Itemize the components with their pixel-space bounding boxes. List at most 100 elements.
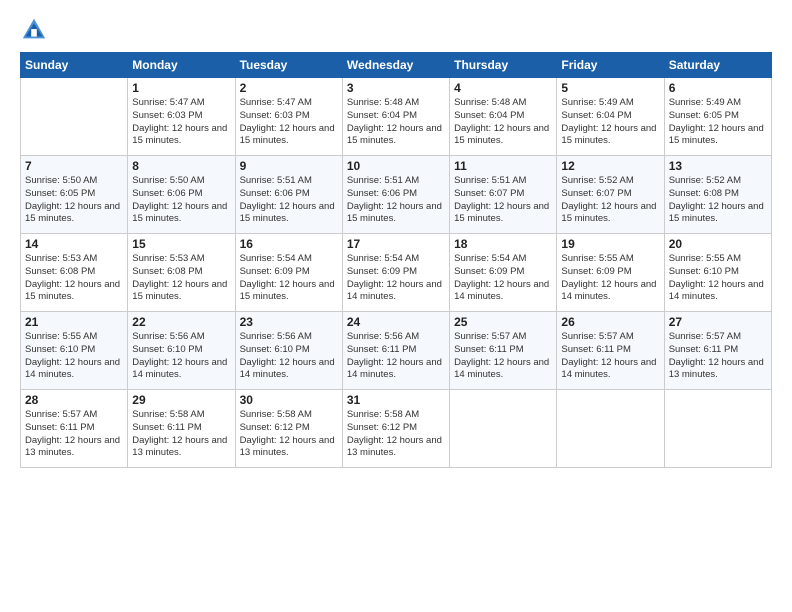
sunset: Sunset: 6:09 PM — [347, 266, 417, 277]
day-info: Sunrise: 5:53 AM Sunset: 6:08 PM Dayligh… — [132, 253, 230, 304]
day-info: Sunrise: 5:48 AM Sunset: 6:04 PM Dayligh… — [454, 97, 552, 148]
sunrise: Sunrise: 5:54 AM — [454, 253, 526, 264]
day-number: 10 — [347, 159, 445, 173]
day-number: 25 — [454, 315, 552, 329]
sunrise: Sunrise: 5:54 AM — [347, 253, 419, 264]
day-info: Sunrise: 5:57 AM Sunset: 6:11 PM Dayligh… — [454, 331, 552, 382]
week-row-4: 21 Sunrise: 5:55 AM Sunset: 6:10 PM Dayl… — [21, 312, 772, 390]
week-row-2: 7 Sunrise: 5:50 AM Sunset: 6:05 PM Dayli… — [21, 156, 772, 234]
day-cell: 17 Sunrise: 5:54 AM Sunset: 6:09 PM Dayl… — [342, 234, 449, 312]
day-info: Sunrise: 5:54 AM Sunset: 6:09 PM Dayligh… — [240, 253, 338, 304]
daylight: Daylight: 12 hours and 14 minutes. — [454, 279, 549, 303]
day-info: Sunrise: 5:56 AM Sunset: 6:10 PM Dayligh… — [240, 331, 338, 382]
sunrise: Sunrise: 5:54 AM — [240, 253, 312, 264]
sunrise: Sunrise: 5:52 AM — [561, 175, 633, 186]
day-number: 29 — [132, 393, 230, 407]
sunset: Sunset: 6:04 PM — [347, 110, 417, 121]
day-cell: 24 Sunrise: 5:56 AM Sunset: 6:11 PM Dayl… — [342, 312, 449, 390]
sunset: Sunset: 6:09 PM — [454, 266, 524, 277]
weekday-header-tuesday: Tuesday — [235, 53, 342, 78]
day-number: 22 — [132, 315, 230, 329]
day-info: Sunrise: 5:50 AM Sunset: 6:05 PM Dayligh… — [25, 175, 123, 226]
day-cell: 28 Sunrise: 5:57 AM Sunset: 6:11 PM Dayl… — [21, 390, 128, 468]
day-number: 24 — [347, 315, 445, 329]
sunrise: Sunrise: 5:56 AM — [347, 331, 419, 342]
sunset: Sunset: 6:11 PM — [454, 344, 524, 355]
day-info: Sunrise: 5:51 AM Sunset: 6:07 PM Dayligh… — [454, 175, 552, 226]
sunset: Sunset: 6:06 PM — [240, 188, 310, 199]
sunset: Sunset: 6:07 PM — [561, 188, 631, 199]
sunset: Sunset: 6:06 PM — [132, 188, 202, 199]
daylight: Daylight: 12 hours and 14 minutes. — [240, 357, 335, 381]
sunrise: Sunrise: 5:51 AM — [347, 175, 419, 186]
daylight: Daylight: 12 hours and 15 minutes. — [454, 123, 549, 147]
day-cell: 27 Sunrise: 5:57 AM Sunset: 6:11 PM Dayl… — [664, 312, 771, 390]
daylight: Daylight: 12 hours and 14 minutes. — [347, 357, 442, 381]
sunrise: Sunrise: 5:53 AM — [25, 253, 97, 264]
day-number: 9 — [240, 159, 338, 173]
weekday-header-row: SundayMondayTuesdayWednesdayThursdayFrid… — [21, 53, 772, 78]
sunset: Sunset: 6:04 PM — [561, 110, 631, 121]
day-cell: 4 Sunrise: 5:48 AM Sunset: 6:04 PM Dayli… — [450, 78, 557, 156]
daylight: Daylight: 12 hours and 14 minutes. — [454, 357, 549, 381]
sunset: Sunset: 6:09 PM — [561, 266, 631, 277]
daylight: Daylight: 12 hours and 13 minutes. — [240, 435, 335, 459]
sunrise: Sunrise: 5:50 AM — [25, 175, 97, 186]
weekday-header-monday: Monday — [128, 53, 235, 78]
day-info: Sunrise: 5:49 AM Sunset: 6:05 PM Dayligh… — [669, 97, 767, 148]
day-cell: 8 Sunrise: 5:50 AM Sunset: 6:06 PM Dayli… — [128, 156, 235, 234]
header — [20, 16, 772, 44]
sunset: Sunset: 6:10 PM — [669, 266, 739, 277]
sunrise: Sunrise: 5:58 AM — [240, 409, 312, 420]
day-cell: 3 Sunrise: 5:48 AM Sunset: 6:04 PM Dayli… — [342, 78, 449, 156]
sunrise: Sunrise: 5:57 AM — [561, 331, 633, 342]
sunset: Sunset: 6:03 PM — [240, 110, 310, 121]
sunrise: Sunrise: 5:58 AM — [347, 409, 419, 420]
daylight: Daylight: 12 hours and 15 minutes. — [240, 123, 335, 147]
calendar-container: SundayMondayTuesdayWednesdayThursdayFrid… — [0, 0, 792, 612]
day-cell — [450, 390, 557, 468]
daylight: Daylight: 12 hours and 15 minutes. — [25, 201, 120, 225]
sunset: Sunset: 6:12 PM — [347, 422, 417, 433]
daylight: Daylight: 12 hours and 15 minutes. — [132, 201, 227, 225]
sunrise: Sunrise: 5:47 AM — [132, 97, 204, 108]
daylight: Daylight: 12 hours and 15 minutes. — [25, 279, 120, 303]
day-number: 5 — [561, 81, 659, 95]
day-number: 19 — [561, 237, 659, 251]
sunrise: Sunrise: 5:55 AM — [561, 253, 633, 264]
day-cell: 19 Sunrise: 5:55 AM Sunset: 6:09 PM Dayl… — [557, 234, 664, 312]
sunrise: Sunrise: 5:55 AM — [669, 253, 741, 264]
daylight: Daylight: 12 hours and 15 minutes. — [240, 279, 335, 303]
day-number: 14 — [25, 237, 123, 251]
daylight: Daylight: 12 hours and 15 minutes. — [240, 201, 335, 225]
day-number: 18 — [454, 237, 552, 251]
daylight: Daylight: 12 hours and 15 minutes. — [454, 201, 549, 225]
weekday-header-wednesday: Wednesday — [342, 53, 449, 78]
day-info: Sunrise: 5:47 AM Sunset: 6:03 PM Dayligh… — [240, 97, 338, 148]
sunset: Sunset: 6:06 PM — [347, 188, 417, 199]
day-info: Sunrise: 5:49 AM Sunset: 6:04 PM Dayligh… — [561, 97, 659, 148]
sunrise: Sunrise: 5:57 AM — [669, 331, 741, 342]
day-cell: 2 Sunrise: 5:47 AM Sunset: 6:03 PM Dayli… — [235, 78, 342, 156]
day-info: Sunrise: 5:51 AM Sunset: 6:06 PM Dayligh… — [347, 175, 445, 226]
day-info: Sunrise: 5:57 AM Sunset: 6:11 PM Dayligh… — [669, 331, 767, 382]
daylight: Daylight: 12 hours and 13 minutes. — [347, 435, 442, 459]
day-cell: 15 Sunrise: 5:53 AM Sunset: 6:08 PM Dayl… — [128, 234, 235, 312]
day-number: 17 — [347, 237, 445, 251]
sunrise: Sunrise: 5:50 AM — [132, 175, 204, 186]
day-info: Sunrise: 5:54 AM Sunset: 6:09 PM Dayligh… — [454, 253, 552, 304]
day-info: Sunrise: 5:58 AM Sunset: 6:12 PM Dayligh… — [240, 409, 338, 460]
day-info: Sunrise: 5:53 AM Sunset: 6:08 PM Dayligh… — [25, 253, 123, 304]
day-info: Sunrise: 5:57 AM Sunset: 6:11 PM Dayligh… — [561, 331, 659, 382]
sunset: Sunset: 6:12 PM — [240, 422, 310, 433]
day-cell: 10 Sunrise: 5:51 AM Sunset: 6:06 PM Dayl… — [342, 156, 449, 234]
sunrise: Sunrise: 5:52 AM — [669, 175, 741, 186]
sunset: Sunset: 6:05 PM — [669, 110, 739, 121]
daylight: Daylight: 12 hours and 14 minutes. — [561, 279, 656, 303]
day-cell: 22 Sunrise: 5:56 AM Sunset: 6:10 PM Dayl… — [128, 312, 235, 390]
day-info: Sunrise: 5:52 AM Sunset: 6:07 PM Dayligh… — [561, 175, 659, 226]
sunrise: Sunrise: 5:55 AM — [25, 331, 97, 342]
day-info: Sunrise: 5:56 AM Sunset: 6:10 PM Dayligh… — [132, 331, 230, 382]
day-number: 16 — [240, 237, 338, 251]
day-number: 4 — [454, 81, 552, 95]
